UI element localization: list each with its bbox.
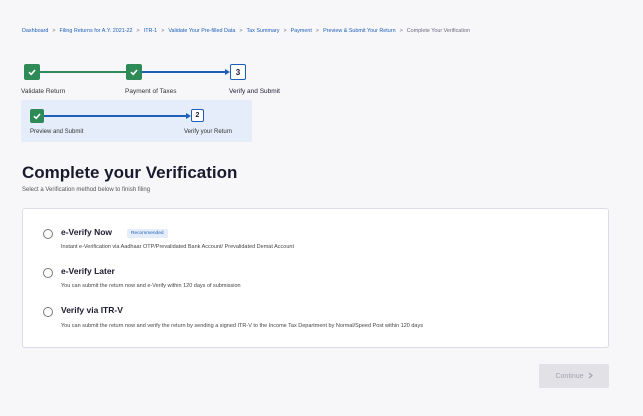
sub-stepper: 2 Preview and Submit Verify your Return [21,100,252,142]
step-1-check-icon [24,64,40,80]
substep-2-number: 2 [191,109,204,122]
radio-e-verify-later[interactable] [43,268,53,278]
verification-page: Dashboard > Filing Returns for A.Y. 2021… [0,0,643,416]
substep-1-check-icon [30,109,44,123]
step-2-check-icon [126,64,142,80]
substep-connector [44,115,187,117]
breadcrumb-tax-summary[interactable]: Tax Summary [247,28,280,34]
breadcrumb-preview-submit[interactable]: Preview & Submit Your Return [323,28,396,34]
option-title: e-Verify Later [61,266,115,276]
step-3-number: 3 [230,64,246,80]
breadcrumb-validate-data[interactable]: Validate Your Pre-filled Data [168,28,235,34]
step-label-payment-of-taxes: Payment of Taxes [125,88,177,95]
verification-options-card: e-Verify Now Recommended Instant e-Verif… [22,208,609,348]
option-description: You can submit the return now and verify… [61,323,423,329]
breadcrumb-separator: > [161,28,165,34]
breadcrumb-separator: > [283,28,287,34]
option-title: e-Verify Now [61,227,113,237]
substep-label-preview-submit: Preview and Submit [30,129,84,135]
breadcrumb-separator: > [136,28,140,34]
breadcrumb-itr1[interactable]: ITR-1 [144,28,157,34]
page-subtitle: Select a Verification method below to fi… [22,187,151,193]
radio-e-verify-now[interactable] [43,229,53,239]
breadcrumb-dashboard[interactable]: Dashboard [22,28,48,34]
step-connector [142,71,225,73]
breadcrumb-current: Complete Your Verification [406,28,470,34]
breadcrumb-payment[interactable]: Payment [291,28,312,34]
breadcrumb: Dashboard > Filing Returns for A.Y. 2021… [22,28,470,34]
recommended-badge: Recommended [127,229,168,238]
option-description: You can submit the return now and e-Veri… [61,283,241,289]
radio-verify-itr-v[interactable] [43,307,53,317]
breadcrumb-separator: > [52,28,56,34]
step-label-validate-return: Validate Return [21,88,66,95]
breadcrumb-separator: > [239,28,243,34]
chevron-right-icon [588,372,593,381]
step-connector [40,71,126,73]
substep-label-verify-return: Verify your Return [184,129,233,135]
page-title: Complete your Verification [22,163,238,182]
option-title: Verify via ITR-V [61,305,123,315]
breadcrumb-separator: > [399,28,403,34]
breadcrumb-filing-returns[interactable]: Filing Returns for A.Y. 2021-22 [60,28,133,34]
continue-label: Continue [555,372,584,380]
continue-button[interactable]: Continue [539,364,609,388]
step-label-verify-and-submit: Verify and Submit [229,88,280,95]
breadcrumb-separator: > [315,28,320,34]
option-description: Instant e-Verification via Aadhaar OTP/P… [61,244,294,250]
